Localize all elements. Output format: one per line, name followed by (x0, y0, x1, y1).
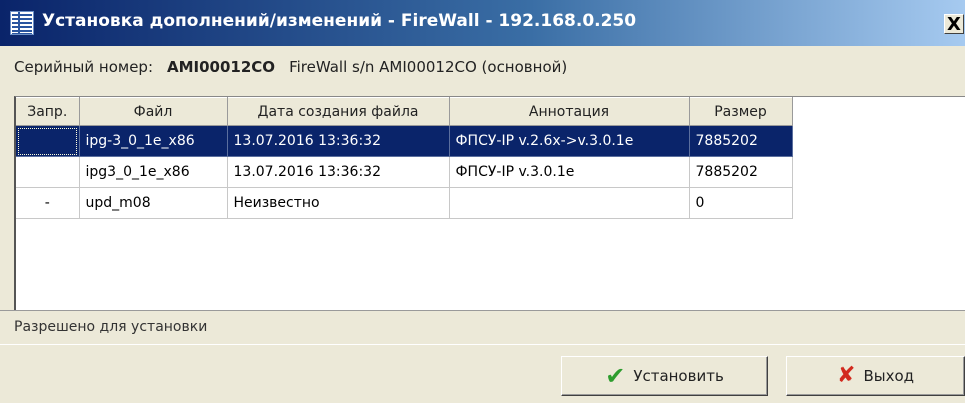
cell-file: ipg-3_0_1e_x86 (79, 125, 228, 157)
status-bar: Разрешено для установки (0, 310, 965, 344)
grid-header-row: Запр. Файл Дата создания файла Аннотация… (16, 97, 793, 126)
column-header-flag[interactable]: Запр. (16, 97, 80, 126)
exit-button[interactable]: ✘ Выход (786, 356, 965, 396)
serial-label: Серийный номер: (14, 58, 153, 76)
updates-grid[interactable]: Запр. Файл Дата создания файла Аннотация… (14, 96, 965, 310)
cell-annotation (449, 187, 690, 219)
cell-date: 13.07.2016 13:36:32 (227, 125, 450, 157)
table-row[interactable]: - upd_m08 Неизвестно 0 (16, 187, 793, 219)
cell-annotation: ФПСУ-IP v.2.6x->v.3.0.1e (449, 125, 690, 157)
cell-date: Неизвестно (227, 187, 450, 219)
table-row[interactable]: ipg3_0_1e_x86 13.07.2016 13:36:32 ФПСУ-I… (16, 156, 793, 188)
serial-row: Серийный номер: AMI00012CO FireWall s/n AM… (14, 58, 567, 76)
install-dialog: Установка дополнений/изменений - FireWal… (0, 0, 965, 403)
table-icon (10, 11, 34, 35)
serial-description: FireWall s/n AMI00012CO (основной) (289, 58, 568, 76)
button-panel: ✔ Установить ✘ Выход (0, 344, 965, 403)
install-button[interactable]: ✔ Установить (561, 356, 768, 396)
column-header-annotation[interactable]: Аннотация (449, 97, 690, 126)
close-button[interactable]: X (944, 14, 964, 35)
updates-table: Запр. Файл Дата создания файла Аннотация… (16, 97, 793, 219)
cell-file: ipg3_0_1e_x86 (79, 156, 228, 188)
cell-size: 7885202 (689, 125, 793, 157)
cell-size: 7885202 (689, 156, 793, 188)
install-button-label: Установить (633, 367, 724, 385)
status-text: Разрешено для установки (14, 319, 208, 335)
cell-flag (16, 156, 80, 188)
column-header-date[interactable]: Дата создания файла (227, 97, 450, 126)
cell-date: 13.07.2016 13:36:32 (227, 156, 450, 188)
serial-value: AMI00012CO (167, 58, 276, 76)
cross-icon: ✘ (837, 363, 856, 388)
cell-flag (16, 125, 80, 157)
column-header-file[interactable]: Файл (79, 97, 228, 126)
table-row[interactable]: ipg-3_0_1e_x86 13.07.2016 13:36:32 ФПСУ-… (16, 125, 793, 157)
cell-size: 0 (689, 187, 793, 219)
exit-button-label: Выход (863, 367, 914, 385)
title-bar[interactable]: Установка дополнений/изменений - FireWal… (0, 0, 965, 46)
column-header-size[interactable]: Размер (689, 97, 793, 126)
window-title: Установка дополнений/изменений - FireWal… (42, 11, 637, 31)
cell-flag: - (16, 187, 80, 219)
cell-file: upd_m08 (79, 187, 228, 219)
checkmark-icon: ✔ (605, 362, 626, 390)
cell-annotation: ФПСУ-IP v.3.0.1e (449, 156, 690, 188)
